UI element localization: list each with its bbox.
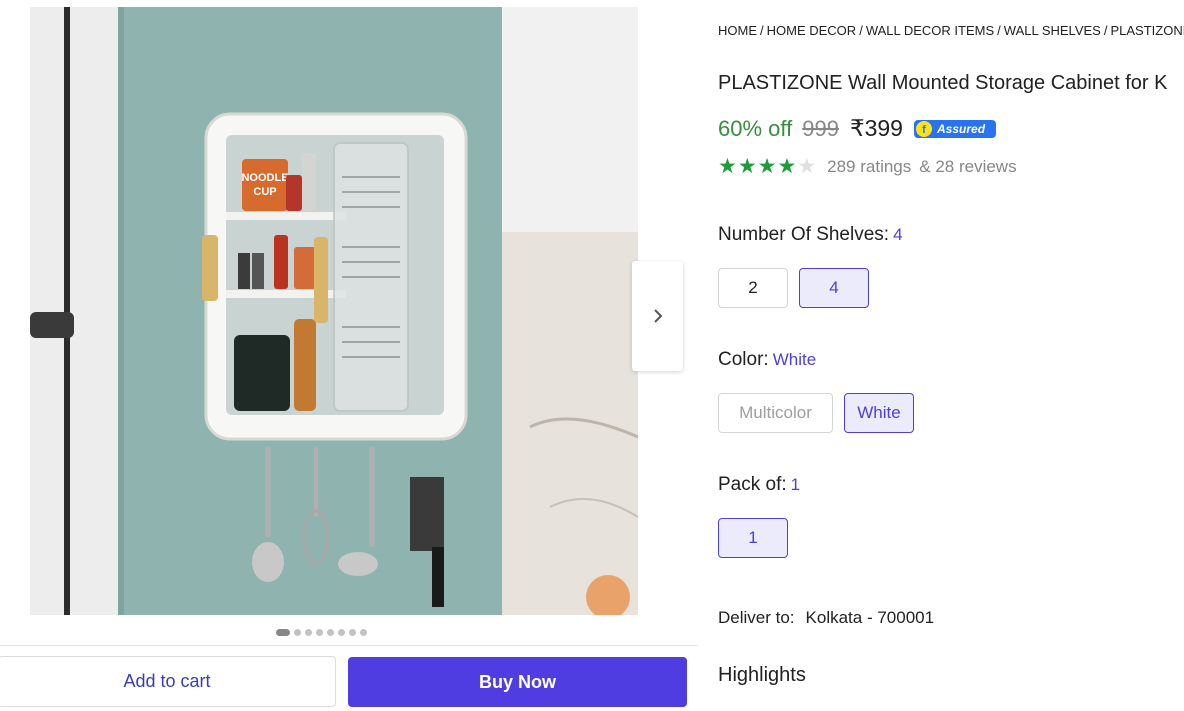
chevron-right-icon — [653, 309, 662, 323]
assured-label: Assured — [936, 122, 986, 136]
gallery-dot[interactable] — [327, 629, 334, 636]
add-to-cart-button[interactable]: Add to cart — [0, 656, 336, 707]
color-option-multicolor[interactable]: Multicolor — [718, 393, 833, 433]
star-filled-icon: ★ — [757, 155, 777, 178]
highlights-heading: Highlights — [718, 664, 806, 686]
delivery-location[interactable]: Deliver to: Kolkata - 700001 — [718, 608, 934, 628]
product-image-label-line1: NOODLE — [241, 172, 288, 184]
breadcrumb: HOME / HOME DECOR / WALL DECOR ITEMS / WALL SH… — [718, 23, 1184, 38]
product-gallery: NOODLE CUP Add to cart Buy Now — [0, 0, 700, 711]
shelves-selected-value: 4 — [893, 225, 903, 244]
color-label-text: Color: — [718, 349, 769, 370]
gallery-dot[interactable] — [294, 629, 301, 636]
gallery-dot[interactable] — [349, 629, 356, 636]
color-selected-value: White — [772, 350, 817, 369]
gallery-dot[interactable] — [360, 629, 367, 636]
gallery-dots — [276, 629, 367, 636]
breadcrumb-plastizone[interactable]: PLASTIZONE W — [1110, 23, 1184, 38]
star-rating: ★ ★ ★ ★ ★ — [718, 156, 816, 177]
discount-percent: 60% off — [718, 115, 793, 141]
product-image[interactable]: NOODLE CUP — [30, 7, 638, 615]
deliver-to-label: Deliver to: — [718, 608, 795, 627]
pack-label-text: Pack of: — [718, 474, 787, 495]
star-empty-icon: ★ — [797, 155, 817, 178]
delivery-pincode: Kolkata - 700001 — [805, 608, 935, 627]
pack-option-label: Pack of: 1 — [718, 474, 800, 496]
breadcrumb-home[interactable]: HOME — [718, 23, 757, 38]
pack-option-1[interactable]: 1 — [718, 518, 788, 558]
buy-now-button[interactable]: Buy Now — [348, 657, 687, 707]
price-row: 60% off 999 ₹399 f Assured — [718, 115, 996, 142]
svg-text:f: f — [922, 124, 926, 136]
breadcrumb-home-decor[interactable]: HOME DECOR — [767, 23, 857, 38]
product-title: PLASTIZONE Wall Mounted Storage Cabinet … — [718, 72, 1168, 94]
star-filled-icon: ★ — [777, 155, 797, 178]
shelves-option-2[interactable]: 2 — [718, 268, 788, 308]
selling-price: ₹399 — [849, 115, 903, 141]
breadcrumb-wall-shelves[interactable]: WALL SHELVES — [1004, 23, 1101, 38]
gallery-dot[interactable] — [305, 629, 312, 636]
ratings-count: 289 ratings — [827, 156, 912, 176]
assured-badge: f Assured — [913, 119, 996, 139]
star-filled-icon: ★ — [737, 155, 757, 178]
shelves-option-label: Number Of Shelves: 4 — [718, 224, 903, 246]
assured-icon: f Assured — [913, 119, 996, 138]
gallery-dot[interactable] — [338, 629, 345, 636]
product-image-label-line2: CUP — [253, 186, 276, 198]
original-price: 999 — [802, 115, 839, 141]
rating-row[interactable]: ★ ★ ★ ★ ★ 289 ratings & 28 reviews — [718, 156, 1017, 177]
star-filled-icon: ★ — [718, 155, 737, 178]
color-option-white[interactable]: White — [844, 393, 914, 433]
product-details: HOME / HOME DECOR / WALL DECOR ITEMS / WALL SH… — [718, 0, 1184, 711]
shelves-label-text: Number Of Shelves: — [718, 224, 890, 245]
shelves-option-4[interactable]: 4 — [799, 268, 869, 308]
divider — [0, 645, 698, 646]
gallery-dot[interactable] — [316, 629, 323, 636]
color-option-label: Color: White — [718, 349, 816, 371]
pack-selected-value: 1 — [790, 475, 801, 494]
gallery-dot[interactable] — [276, 629, 290, 636]
reviews-count: & 28 reviews — [919, 156, 1017, 176]
breadcrumb-wall-decor-items[interactable]: WALL DECOR ITEMS — [866, 23, 994, 38]
next-image-button[interactable] — [632, 261, 683, 371]
